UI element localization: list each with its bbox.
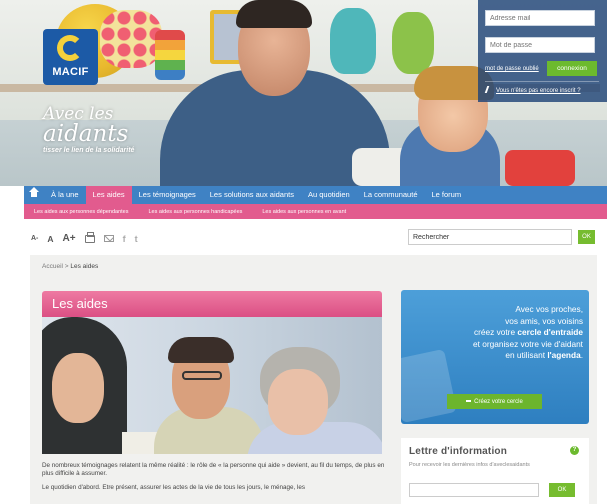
hero-toy-dino (330, 8, 376, 74)
nav-home[interactable] (24, 186, 44, 204)
hero-toy-frog (392, 12, 434, 74)
macif-logo[interactable]: MACIF (43, 29, 98, 85)
subnav-item-en-avant[interactable]: Les aides aux personnes en avant (252, 209, 356, 215)
promo-line: vos amis, vos voisins (505, 315, 583, 326)
connect-button[interactable]: connexion (547, 61, 597, 76)
hero-toy-dotted (100, 10, 162, 68)
breadcrumb-current: Les aides (70, 263, 99, 270)
nav-item-les-aides[interactable]: Les aides (85, 186, 132, 204)
site-tagline: Avec les aidants tisser le lien de la so… (43, 106, 135, 155)
promo-line3-bold: cercle d'entraide (517, 327, 583, 337)
forgot-password-link[interactable]: mot de passe oublié (485, 66, 539, 72)
tagline-line2: aidants (43, 121, 129, 147)
article-body: De nombreux témoignages relatent la même… (42, 462, 387, 498)
article-paragraph: De nombreux témoignages relatent la même… (42, 462, 385, 477)
breadcrumb: Accueil > Les aides (42, 263, 98, 270)
photo-person-left-face (52, 353, 104, 423)
newsletter-ok-button[interactable]: OK (549, 483, 575, 497)
twitter-icon[interactable]: t (135, 234, 138, 244)
article-title-bar: Les aides (42, 291, 382, 317)
macif-logo-icon (57, 35, 83, 61)
help-icon[interactable]: ? (570, 446, 579, 455)
nav-item-forum[interactable]: Le forum (425, 186, 469, 204)
font-decrease-button[interactable]: A- (31, 235, 38, 242)
breadcrumb-home[interactable]: Accueil (42, 263, 63, 270)
mail-icon[interactable] (103, 235, 114, 242)
hero-father-hair (236, 0, 312, 28)
promo-line5-text: en utilisant (505, 350, 548, 360)
article-paragraph: Le quotidien d'abord. Etre présent, assu… (42, 484, 306, 491)
register-label: Vous n'êtes pas encore inscrit ? (496, 88, 581, 94)
print-icon[interactable] (84, 231, 95, 243)
photo-glasses (182, 371, 222, 380)
hero-toy-rings (155, 30, 185, 80)
login-divider (485, 81, 599, 82)
facebook-icon[interactable]: f (123, 234, 126, 244)
photo-man-hair (168, 337, 234, 363)
promo-line: Avec vos proches, (515, 304, 583, 314)
font-increase-button[interactable]: A+ (63, 233, 76, 244)
newsletter-email-field[interactable] (409, 483, 539, 497)
macif-logo-text: MACIF (52, 66, 89, 78)
photo-woman-face (268, 369, 328, 435)
nav-item-solutions[interactable]: Les solutions aux aidants (203, 186, 301, 204)
login-panel: mot de passe oublié connexion Vous n'ête… (478, 0, 607, 102)
promo-line3-text: créez votre (474, 327, 518, 337)
subnav-item-dependantes[interactable]: Les aides aux personnes dépendantes (24, 209, 139, 215)
promo-text: Avec vos proches, vos amis, vos voisins … (411, 304, 583, 362)
home-icon (28, 187, 39, 199)
breadcrumb-separator: > (64, 263, 69, 270)
promo-line: en utilisant l'agenda. (411, 350, 583, 362)
create-circle-label: Créez votre cercle (474, 398, 523, 405)
header-hero: MACIF Avec les aidants tisser le lien de… (0, 0, 607, 186)
article-photo (42, 317, 382, 454)
subnav-item-handicapees[interactable]: Les aides aux personnes handicapées (139, 209, 253, 215)
search-button[interactable]: OK (578, 230, 595, 244)
page-title: Les aides (52, 296, 108, 311)
nav-item-a-la-une[interactable]: À la une (44, 186, 86, 204)
font-normal-button[interactable]: A (47, 234, 53, 244)
search-input[interactable] (408, 229, 572, 245)
password-field[interactable] (485, 37, 595, 53)
promo-line5-end: . (580, 350, 583, 360)
sub-nav: Les aides aux personnes dépendantes Les … (24, 204, 607, 219)
nav-item-quotidien[interactable]: Au quotidien (301, 186, 357, 204)
newsletter-title: Lettre d'information (409, 446, 508, 457)
register-link[interactable]: Vous n'êtes pas encore inscrit ? (484, 86, 581, 94)
promo-line5-bold: l'agenda (547, 350, 581, 360)
email-field[interactable] (485, 10, 595, 26)
nav-item-temoignages[interactable]: Les témoignages (132, 186, 203, 204)
create-circle-button[interactable]: Créez votre cercle (447, 394, 542, 409)
tagline-line3: tisser le lien de la solidarité (43, 147, 135, 154)
breadcrumb-bar: Accueil > Les aides (30, 255, 597, 279)
newsletter-subtitle: Pour recevoir les dernières infos d'avec… (409, 462, 530, 468)
promo-line: créez votre cercle d'entraide (411, 327, 583, 339)
promo-line: et organisez votre vie d'aidant (473, 338, 583, 349)
main-nav: À la une Les aides Les témoignages Les s… (24, 186, 607, 204)
nav-item-communaute[interactable]: La communauté (357, 186, 425, 204)
page-tools: A- A A+ f t (31, 231, 138, 244)
arrow-right-icon (466, 399, 472, 402)
circle-promo-box: Avec vos proches, vos amis, vos voisins … (401, 290, 589, 424)
pen-icon (484, 86, 495, 93)
hero-toy-red (505, 150, 575, 186)
newsletter-box: Lettre d'information ? Pour recevoir les… (401, 438, 589, 504)
